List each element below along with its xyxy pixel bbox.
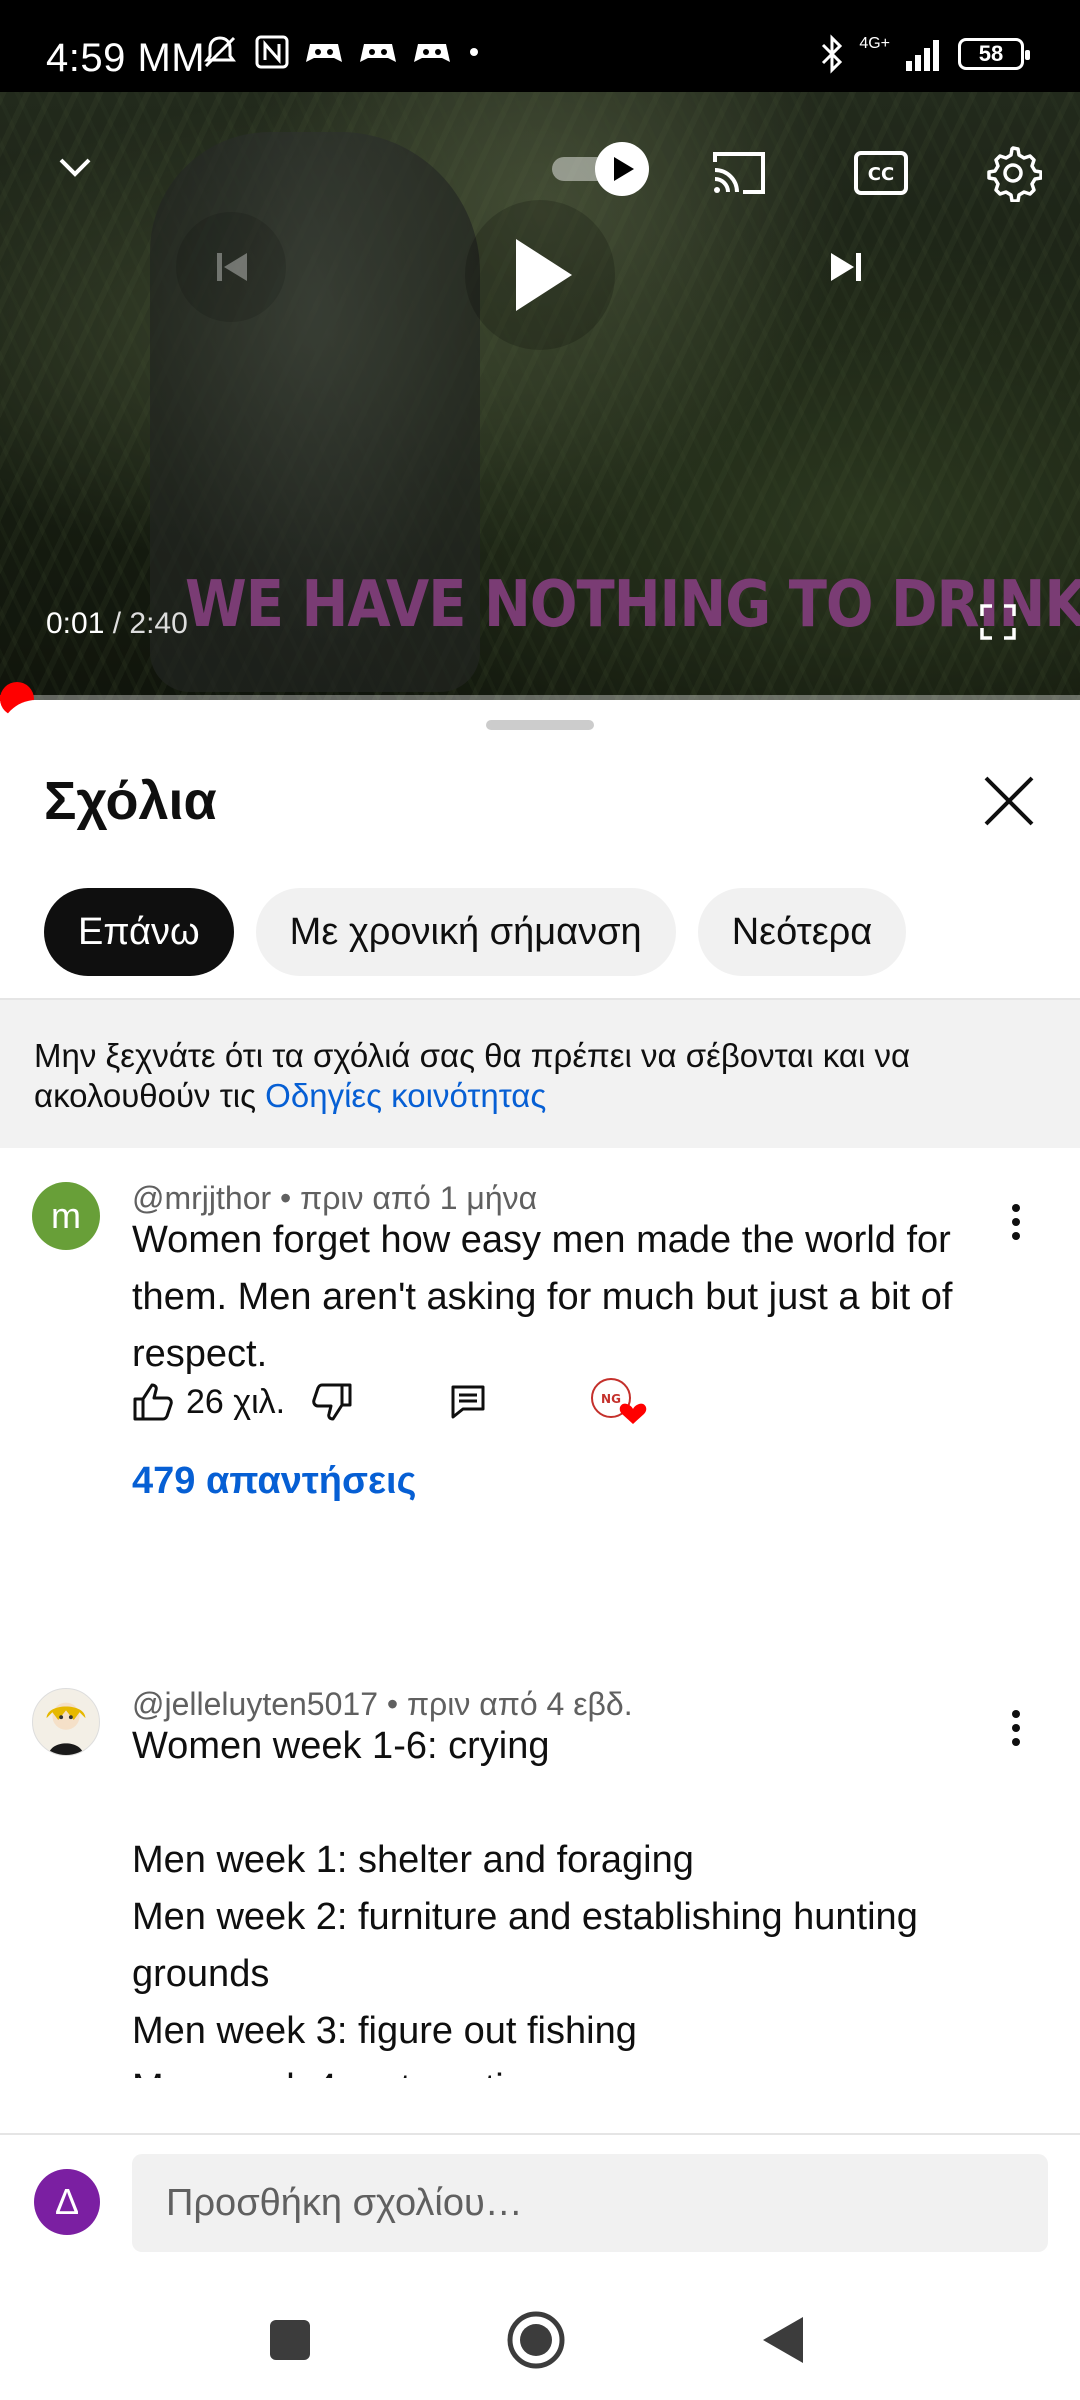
creator-heart-icon: NG [591,1378,647,1424]
view-replies-button[interactable]: 479 απαντήσεις [132,1460,416,1503]
silent-bell-icon [204,36,236,68]
meta-separator: • [271,1180,301,1216]
previous-button[interactable] [176,212,286,322]
status-notification-icons [200,30,482,74]
time-separator: / [104,607,130,640]
avatar[interactable] [32,1688,100,1756]
home-circle-icon [507,2311,565,2369]
like-button[interactable]: 26 χιλ. [132,1382,285,1422]
comment-time: πριν από 1 μήνα [300,1180,538,1216]
add-comment-input[interactable] [132,2154,1048,2252]
video-subtitle: WE HAVE NOTHING TO DRINK [185,567,1080,642]
skip-next-icon [831,253,861,281]
cast-icon [713,152,765,194]
thumbs-up-icon [133,1383,173,1421]
bluetooth-icon [822,34,843,74]
close-button[interactable] [974,766,1044,836]
status-bar: 4:59 MM 4G+ 58 [0,0,1080,92]
panel-title: Σχόλια [44,771,217,831]
comment-time: πριν από 4 εβδ. [406,1686,633,1722]
game-app-icon [306,44,342,62]
comment-composer: Δ [0,2135,1080,2275]
status-time: 4:59 MM [46,36,206,80]
creator-heart: NG [589,1376,653,1428]
game-app-icon [360,44,396,62]
my-avatar: Δ [34,2169,100,2235]
comment-line: Men week 4: automation [132,2060,1002,2078]
cc-icon: CC [854,151,908,195]
next-button[interactable] [792,212,902,322]
comment-line: Men week 3: figure out fishing [132,2010,637,2052]
autoplay-toggle[interactable] [548,134,652,204]
more-vert-icon [1012,1204,1020,1240]
battery-level: 58 [978,41,1004,66]
network-type: 4G+ [859,35,890,52]
fullscreen-icon [980,604,1016,640]
back-button[interactable] [738,2295,828,2385]
nfc-icon [255,35,289,69]
cast-button[interactable] [700,134,778,212]
comment-line [132,1775,1002,1832]
meta-separator: • [377,1686,407,1722]
chip-newest[interactable]: Νεότερα [697,888,907,976]
home-button[interactable] [491,2295,581,2385]
status-system-icons: 4G+ 58 [819,34,1030,74]
minimize-button[interactable] [40,132,110,202]
system-navigation-bar [0,2275,1080,2400]
community-guidelines-notice: Μην ξεχνάτε ότι τα σχόλιά σας θα πρέπει … [0,1000,1080,1148]
gear-icon [987,146,1042,202]
comment-author[interactable]: @mrjjthor [132,1180,271,1216]
skip-previous-icon [217,253,247,281]
comments-panel: Σχόλια Επάνω Με χρονική σήμανση Νεότερα … [0,700,1080,2130]
svg-text:NG: NG [601,1392,621,1406]
more-vert-icon [1012,1710,1020,1746]
comment-text: Women week 1-6: crying Men week 1: shelt… [132,1718,1002,2078]
close-icon [984,776,1034,826]
captions-button[interactable]: CC [842,134,920,212]
fullscreen-button[interactable] [968,592,1028,652]
more-notifications-dot-icon [470,48,478,56]
time-display: 0:01 / 2:40 [46,607,188,641]
guidelines-link[interactable]: Οδηγίες κοινότητας [265,1077,546,1114]
reply-comment-icon [451,1385,485,1419]
thumbs-down-icon [312,1383,352,1421]
play-icon [516,239,572,311]
back-triangle-icon [763,2317,803,2363]
sort-chips: Επάνω Με χρονική σήμανση Νεότερα [44,888,907,976]
comment-line: Women week 1-6: crying [132,1725,550,1767]
battery-icon: 58 [958,38,1030,70]
dislike-button[interactable] [311,1382,353,1422]
comment-line: Men week 2: furniture and establishing h… [132,1896,918,1995]
comment-more-button[interactable] [996,1192,1036,1252]
chevron-down-icon [59,158,91,177]
current-time: 0:01 [46,607,105,640]
avatar-letter: m [51,1195,81,1236]
comment-text: Women forget how easy men made the world… [132,1219,953,1375]
play-button[interactable] [465,200,615,350]
comment-line: Men week 1: shelter and foraging [132,1839,694,1881]
settings-button[interactable] [974,134,1052,212]
chip-top[interactable]: Επάνω [44,888,234,976]
duration: 2:40 [129,607,188,640]
signal-icon [906,40,939,71]
recents-button[interactable] [245,2295,335,2385]
svg-text:CC: CC [868,164,894,185]
video-player[interactable]: CC WE HAVE NOTHING TO DRINK 0:01 / 2:40 [0,92,1080,700]
chip-timestamped[interactable]: Με χρονική σήμανση [255,888,676,976]
drag-handle[interactable] [486,720,594,730]
my-avatar-letter: Δ [54,2181,80,2222]
comment-more-button[interactable] [996,1698,1036,1758]
recents-square-icon [270,2320,310,2360]
comment-actions: 26 χιλ. NG [132,1376,653,1428]
comment-author[interactable]: @jelleluyten5017 [132,1686,378,1722]
avatar[interactable]: m [32,1182,100,1250]
autoplay-toggle-icon [552,142,649,196]
reply-button[interactable] [449,1383,487,1421]
game-app-icon [414,44,450,62]
anime-avatar-icon [46,1702,86,1755]
like-count: 26 χιλ. [186,1382,286,1421]
